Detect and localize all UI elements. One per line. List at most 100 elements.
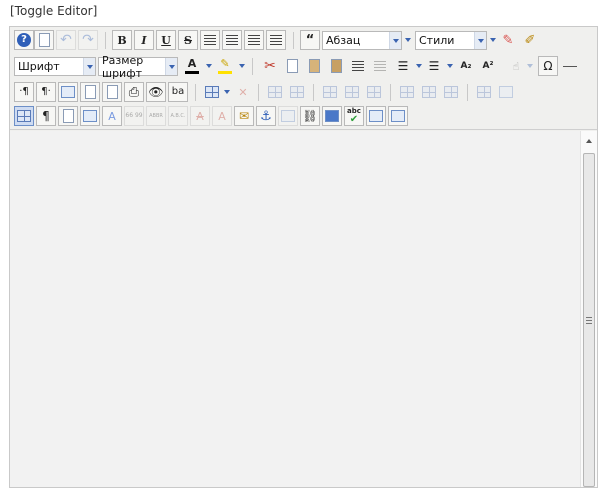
styles-select[interactable]: Стили — [415, 31, 487, 50]
horizontal-rule-button[interactable] — [560, 56, 580, 76]
unordered-list-dropdown-arrow[interactable] — [445, 57, 454, 75]
special-char-button[interactable]: Ω — [538, 56, 558, 76]
outdent-button[interactable] — [370, 56, 390, 76]
subscript-button[interactable]: A₂ — [456, 56, 476, 76]
del-button[interactable]: A — [190, 106, 210, 126]
insert-layer-button[interactable] — [366, 106, 386, 126]
merge-cells-button[interactable] — [496, 82, 516, 102]
justify-full-button[interactable] — [200, 30, 220, 50]
ordered-list-dropdown-arrow[interactable] — [414, 57, 423, 75]
styles-select-value: Стили — [419, 34, 455, 47]
vertical-scrollbar[interactable] — [580, 131, 597, 487]
split-cells-button[interactable] — [474, 82, 494, 102]
font-family-select[interactable]: Шрифт — [14, 57, 96, 76]
anchor-link-dropdown-arrow[interactable] — [525, 57, 534, 75]
help-button[interactable]: ? — [14, 30, 34, 50]
align-left-button[interactable] — [244, 30, 264, 50]
align-center-button[interactable] — [222, 30, 242, 50]
insert-table-dropdown-arrow[interactable] — [222, 83, 231, 101]
paste-button[interactable] — [304, 56, 324, 76]
delete-table-button[interactable]: ✕ — [233, 82, 253, 102]
row-after-button[interactable] — [342, 82, 362, 102]
search-button[interactable]: 👁 — [146, 82, 166, 102]
new-document-icon — [38, 33, 50, 47]
image-icon — [83, 110, 97, 122]
ordered-list-button[interactable]: ☰ — [393, 56, 413, 76]
superscript-button[interactable]: A² — [478, 56, 498, 76]
template-icon — [62, 109, 74, 123]
highlight-color-dropdown-arrow[interactable] — [237, 57, 246, 75]
link-button[interactable]: ⛓ — [300, 106, 320, 126]
merge-cells-icon — [499, 86, 513, 98]
cell-props-button[interactable] — [287, 82, 307, 102]
nonbreaking-button[interactable] — [278, 106, 298, 126]
visual-aid-button[interactable] — [14, 106, 34, 126]
preview-button[interactable] — [80, 82, 100, 102]
delete-col-button[interactable] — [441, 82, 461, 102]
separator — [258, 84, 259, 101]
anchor-button[interactable]: ⚓ — [256, 106, 276, 126]
horizontal-rule-icon — [563, 65, 577, 67]
anchor-link-button[interactable]: ☝ — [506, 56, 526, 76]
underline-button[interactable]: U — [156, 30, 176, 50]
strikethrough-button[interactable]: S — [178, 30, 198, 50]
acronym-button[interactable]: A.B.C. — [168, 106, 188, 126]
replace-button[interactable]: ba — [168, 82, 188, 102]
separator — [390, 84, 391, 101]
highlight-color-button[interactable]: ✎ — [215, 56, 235, 76]
print-button[interactable]: ⎙ — [124, 82, 144, 102]
insert-image-button[interactable] — [80, 106, 100, 126]
cleanup-button[interactable]: ✐ — [520, 30, 540, 50]
ltr-button[interactable]: ·¶ — [14, 82, 34, 102]
align-right-button[interactable] — [266, 30, 286, 50]
format-dropdown-arrow[interactable] — [403, 31, 412, 49]
delete-row-button[interactable] — [364, 82, 384, 102]
cut-button[interactable]: ✂ — [260, 56, 280, 76]
scroll-up-arrow-icon[interactable] — [581, 133, 597, 149]
styles-dropdown-arrow[interactable] — [488, 31, 497, 49]
rtl-button[interactable]: ¶· — [36, 82, 56, 102]
remove-format-button[interactable]: ✎ — [498, 30, 518, 50]
page-break-button[interactable] — [388, 106, 408, 126]
new-document-button[interactable] — [34, 30, 54, 50]
spellcheck-button[interactable]: abc ✔ — [344, 106, 364, 126]
editor-content-area[interactable] — [10, 131, 597, 487]
row-before-button[interactable] — [320, 82, 340, 102]
cite-button[interactable]: 66 99 — [124, 106, 144, 126]
blockquote-button[interactable]: “ — [300, 30, 320, 50]
fullscreen-button[interactable] — [58, 82, 78, 102]
redo-button[interactable]: ↷ — [78, 30, 98, 50]
col-before-button[interactable] — [397, 82, 417, 102]
format-select[interactable]: Абзац — [322, 31, 402, 50]
undo-button[interactable]: ↶ — [56, 30, 76, 50]
template-button[interactable] — [58, 106, 78, 126]
broom-icon: ✐ — [524, 32, 536, 48]
insert-media-button[interactable] — [322, 106, 342, 126]
toolbar-row-3: ·¶ ¶· ⎙ 👁 ba ✕ — [12, 81, 596, 104]
scroll-thumb[interactable] — [583, 153, 595, 487]
indent-button[interactable] — [348, 56, 368, 76]
italic-button[interactable]: I — [134, 30, 154, 50]
show-blocks-button[interactable]: ¶ — [36, 106, 56, 126]
insert-table-button[interactable] — [202, 82, 222, 102]
text-color-button[interactable]: A — [182, 56, 202, 76]
unordered-list-button[interactable]: ☰ — [424, 56, 444, 76]
abbr-button[interactable]: ABBR — [146, 106, 166, 126]
col-after-button[interactable] — [419, 82, 439, 102]
grip-icon — [586, 316, 592, 324]
paste-text-button[interactable] — [326, 56, 346, 76]
outdent-icon — [374, 60, 386, 72]
source-code-icon — [106, 85, 118, 99]
toggle-editor-link[interactable]: [Toggle Editor] — [10, 4, 97, 18]
bold-button[interactable]: B — [112, 30, 132, 50]
redo-icon: ↷ — [82, 32, 94, 48]
styleprops-button[interactable]: A — [102, 106, 122, 126]
font-size-select[interactable]: Размер шрифт — [98, 54, 178, 80]
text-color-dropdown-arrow[interactable] — [204, 57, 213, 75]
row-props-button[interactable] — [265, 82, 285, 102]
copy-button[interactable] — [282, 56, 302, 76]
source-code-button[interactable] — [102, 82, 122, 102]
ins-button[interactable]: A — [212, 106, 232, 126]
attribs-button[interactable]: ✉ — [234, 106, 254, 126]
align-center-icon — [226, 34, 238, 46]
